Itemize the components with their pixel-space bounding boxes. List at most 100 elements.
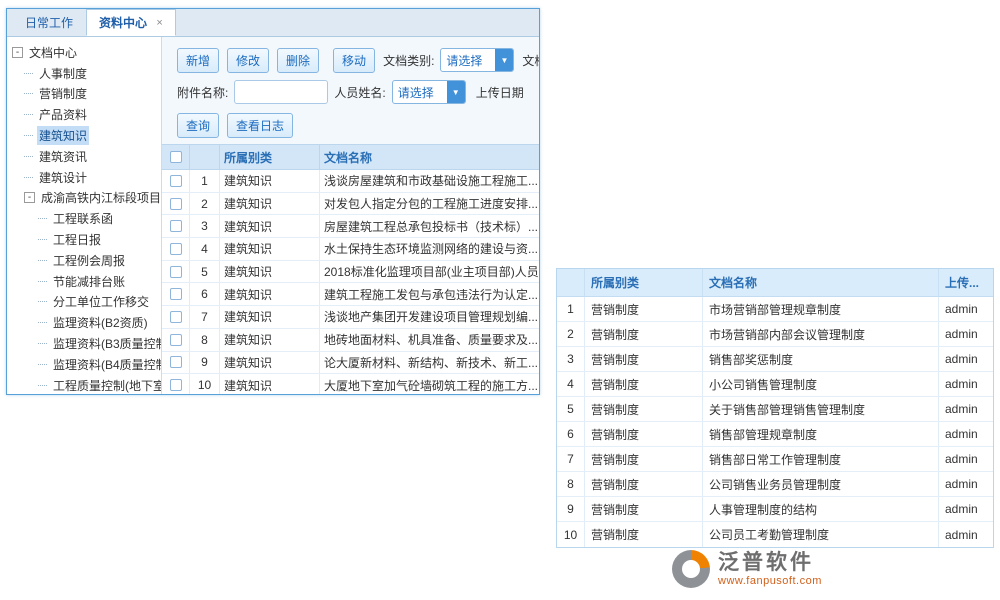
tree-connector — [38, 301, 47, 302]
row-checkbox[interactable] — [162, 238, 190, 260]
collapse-icon[interactable]: - — [12, 47, 23, 58]
tree-node[interactable]: 监理资料(B3质量控制) — [7, 333, 161, 354]
add-button[interactable]: 新增 — [177, 48, 219, 73]
row-docname[interactable]: 建筑工程施工发包与承包违法行为认定... — [320, 283, 539, 305]
table-row[interactable]: 4建筑知识水土保持生态环境监测网络的建设与资... — [162, 238, 539, 261]
tree-connector — [24, 177, 33, 178]
table-row[interactable]: 4营销制度小公司销售管理制度admin — [557, 372, 993, 397]
row-index: 1 — [557, 297, 585, 321]
row-docname[interactable]: 市场营销部内部会议管理制度 — [703, 322, 939, 346]
content-pane: 新增 修改 删除 移动 文档类别: 请选择 ▼ 文档 附件名称: 人员姓名: 请… — [162, 37, 539, 394]
row-docname[interactable]: 水土保持生态环境监测网络的建设与资... — [320, 238, 539, 260]
row-checkbox[interactable] — [162, 306, 190, 328]
row-docname[interactable]: 对发包人指定分包的工程施工进度安排... — [320, 193, 539, 215]
tree-node[interactable]: 营销制度 — [7, 84, 161, 105]
tree-node[interactable]: 人事制度 — [7, 63, 161, 84]
select-all-checkbox[interactable] — [162, 145, 190, 169]
row-docname[interactable]: 公司员工考勤管理制度 — [703, 522, 939, 547]
table-row[interactable]: 8营销制度公司销售业务员管理制度admin — [557, 472, 993, 497]
table-row[interactable]: 9营销制度人事管理制度的结构admin — [557, 497, 993, 522]
table-row[interactable]: 1建筑知识浅谈房屋建筑和市政基础设施工程施工... — [162, 170, 539, 193]
table-row[interactable]: 9建筑知识论大厦新材料、新结构、新技术、新工... — [162, 352, 539, 375]
row-docname[interactable]: 论大厦新材料、新结构、新技术、新工... — [320, 352, 539, 374]
table-row[interactable]: 1营销制度市场营销部管理规章制度admin — [557, 297, 993, 322]
row-checkbox[interactable] — [162, 283, 190, 305]
row-index: 7 — [557, 447, 585, 471]
checkbox-icon — [170, 198, 182, 210]
logo-name: 泛普软件 — [718, 551, 822, 574]
row-uploader: admin — [939, 297, 993, 321]
row-index: 8 — [557, 472, 585, 496]
tree-node[interactable]: 分工单位工作移交 — [7, 292, 161, 313]
row-docname[interactable]: 大厦地下室加气砼墙砌筑工程的施工方... — [320, 374, 539, 394]
row-docname[interactable]: 销售部日常工作管理制度 — [703, 447, 939, 471]
row-checkbox[interactable] — [162, 261, 190, 283]
tree-node[interactable]: 工程联系函 — [7, 208, 161, 229]
tab-daily-work[interactable]: 日常工作 — [12, 9, 86, 36]
table-row[interactable]: 3营销制度销售部奖惩制度admin — [557, 347, 993, 372]
tree-node[interactable]: 工程例会周报 — [7, 250, 161, 271]
table-row[interactable]: 5建筑知识2018标准化监理项目部(业主项目部)人员... — [162, 261, 539, 284]
row-docname[interactable]: 公司销售业务员管理制度 — [703, 472, 939, 496]
table-row[interactable]: 3建筑知识房屋建筑工程总承包投标书（技术标）... — [162, 215, 539, 238]
table-row[interactable]: 2建筑知识对发包人指定分包的工程施工进度安排... — [162, 193, 539, 216]
row-category: 建筑知识 — [220, 261, 320, 283]
tree-connector — [24, 156, 33, 157]
tab-data-center[interactable]: 资料中心 × — [86, 9, 176, 36]
row-docname[interactable]: 浅谈房屋建筑和市政基础设施工程施工... — [320, 170, 539, 192]
row-docname[interactable]: 销售部管理规章制度 — [703, 422, 939, 446]
view-log-button[interactable]: 查看日志 — [227, 113, 293, 138]
table-row[interactable]: 5营销制度关于销售部管理销售管理制度admin — [557, 397, 993, 422]
delete-button[interactable]: 删除 — [277, 48, 319, 73]
collapse-icon[interactable]: - — [24, 192, 35, 203]
tree-node[interactable]: 产品资料 — [7, 104, 161, 125]
table-row[interactable]: 2营销制度市场营销部内部会议管理制度admin — [557, 322, 993, 347]
row-index: 2 — [190, 193, 220, 215]
tree-connector — [38, 218, 47, 219]
table-row[interactable]: 7建筑知识浅谈地产集团开发建设项目管理规划编... — [162, 306, 539, 329]
table-row[interactable]: 7营销制度销售部日常工作管理制度admin — [557, 447, 993, 472]
attachment-name-input[interactable] — [234, 80, 328, 104]
move-button[interactable]: 移动 — [333, 48, 375, 73]
window-body: -文档中心人事制度营销制度产品资料建筑知识建筑资讯建筑设计-成渝高铁内江标段项目… — [7, 37, 539, 394]
tree-node-label: 建筑知识 — [37, 126, 89, 145]
row-checkbox[interactable] — [162, 352, 190, 374]
tree-node-expandable[interactable]: -成渝高铁内江标段项目 — [7, 188, 161, 209]
row-docname[interactable]: 关于销售部管理销售管理制度 — [703, 397, 939, 421]
query-button[interactable]: 查询 — [177, 113, 219, 138]
row-checkbox[interactable] — [162, 215, 190, 237]
tree-node[interactable]: 建筑知识 — [7, 125, 161, 146]
tree-node[interactable]: 节能减排台账 — [7, 271, 161, 292]
row-checkbox[interactable] — [162, 374, 190, 394]
table-row[interactable]: 10营销制度公司员工考勤管理制度admin — [557, 522, 993, 547]
tree-node-label: 工程例会周报 — [51, 251, 127, 270]
row-docname[interactable]: 销售部奖惩制度 — [703, 347, 939, 371]
tree-node-expandable[interactable]: -文档中心 — [7, 42, 161, 63]
table-row[interactable]: 10建筑知识大厦地下室加气砼墙砌筑工程的施工方... — [162, 374, 539, 394]
row-docname[interactable]: 市场营销部管理规章制度 — [703, 297, 939, 321]
tree-node[interactable]: 监理资料(B4质量控制) — [7, 354, 161, 375]
row-docname[interactable]: 小公司销售管理制度 — [703, 372, 939, 396]
table-row[interactable]: 6营销制度销售部管理规章制度admin — [557, 422, 993, 447]
tree-node[interactable]: 建筑设计 — [7, 167, 161, 188]
table-row[interactable]: 6建筑知识建筑工程施工发包与承包违法行为认定... — [162, 283, 539, 306]
tree-node[interactable]: 监理资料(B2资质) — [7, 312, 161, 333]
modify-button[interactable]: 修改 — [227, 48, 269, 73]
doc-category-select[interactable]: 请选择 ▼ — [440, 48, 514, 72]
tree-node-label: 节能减排台账 — [51, 272, 127, 291]
row-docname[interactable]: 地砖地面材料、机具准备、质量要求及... — [320, 329, 539, 351]
row-docname[interactable]: 浅谈地产集团开发建设项目管理规划编... — [320, 306, 539, 328]
tree-node[interactable]: 工程质量控制(地下室) — [7, 375, 161, 394]
person-name-select[interactable]: 请选择 ▼ — [392, 80, 466, 104]
row-docname[interactable]: 2018标准化监理项目部(业主项目部)人员... — [320, 261, 539, 283]
row-checkbox[interactable] — [162, 329, 190, 351]
tree-node[interactable]: 工程日报 — [7, 229, 161, 250]
table-row[interactable]: 8建筑知识地砖地面材料、机具准备、质量要求及... — [162, 329, 539, 352]
row-uploader: admin — [939, 422, 993, 446]
row-docname[interactable]: 房屋建筑工程总承包投标书（技术标）... — [320, 215, 539, 237]
row-checkbox[interactable] — [162, 193, 190, 215]
tree-node[interactable]: 建筑资讯 — [7, 146, 161, 167]
row-docname[interactable]: 人事管理制度的结构 — [703, 497, 939, 521]
row-checkbox[interactable] — [162, 170, 190, 192]
close-icon[interactable]: × — [156, 17, 162, 29]
